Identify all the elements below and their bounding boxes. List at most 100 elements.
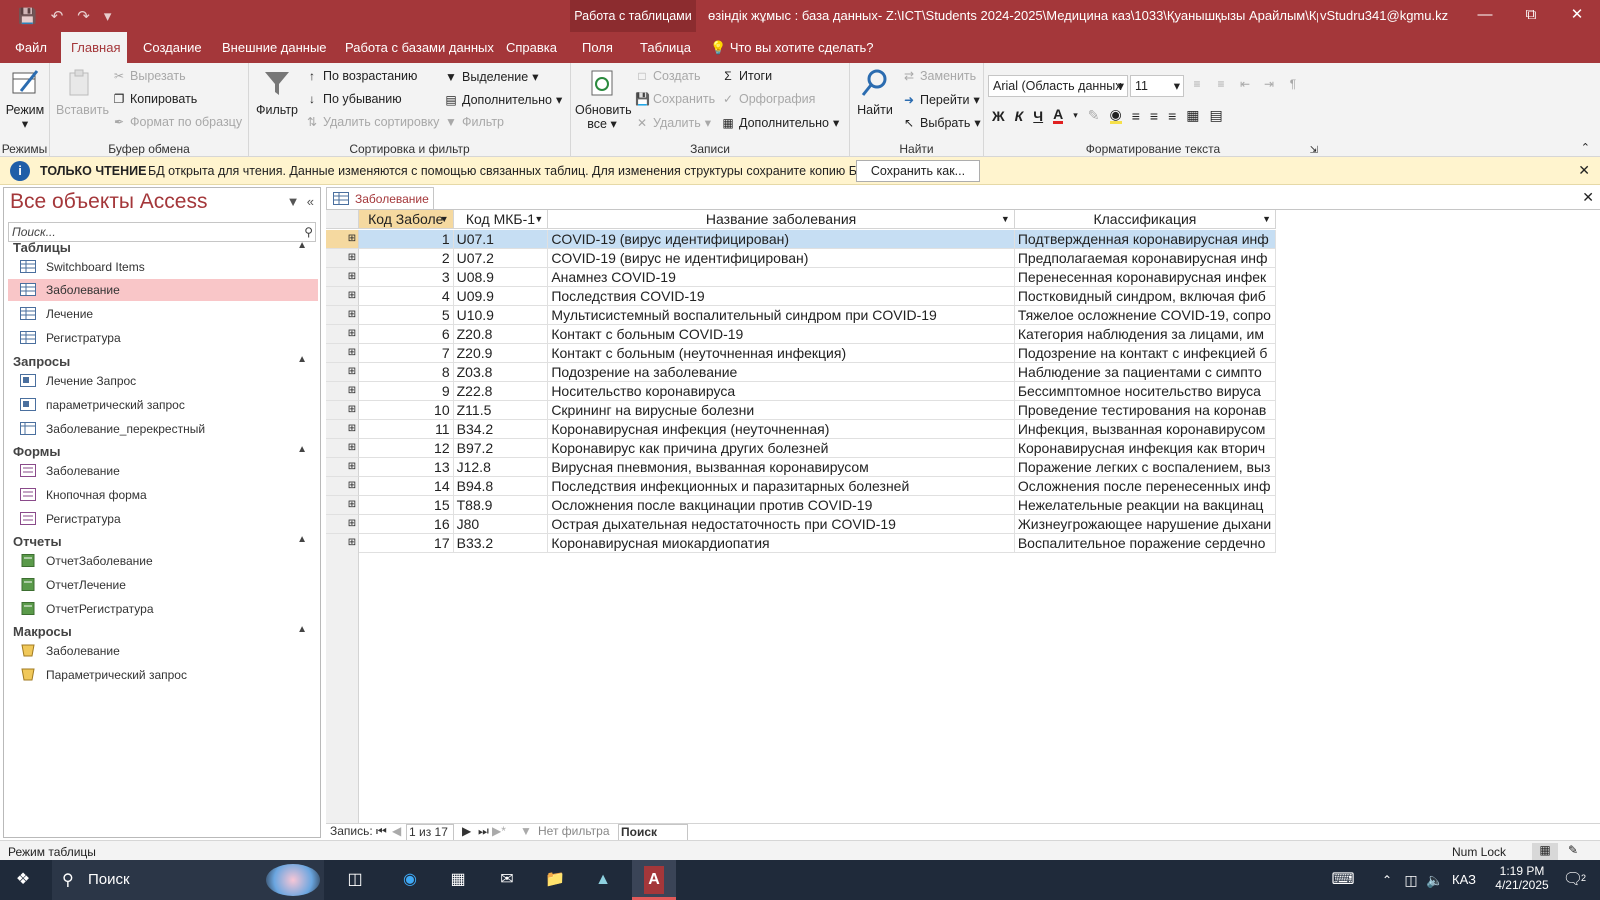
goto-button[interactable]: ➜ Перейти ▾ xyxy=(902,92,980,108)
table-row[interactable]: ⊞ 10 Z11.5 Скрининг на вирусные болезни Пров… xyxy=(326,401,1276,420)
sort-desc-button[interactable]: ↓ По убыванию xyxy=(305,92,402,106)
expand-subdatasheet-icon[interactable]: ⊞ xyxy=(346,458,358,476)
nav-group-forms[interactable]: Формы ▲ xyxy=(13,444,313,459)
customize-qat-icon[interactable]: ▾ xyxy=(104,7,112,25)
access-taskbar-icon[interactable]: A xyxy=(632,860,676,900)
align-right-icon[interactable]: ≡ xyxy=(1168,108,1176,124)
copy-button[interactable]: ❐ Копировать xyxy=(112,92,198,106)
table-cell[interactable]: 5 xyxy=(358,306,454,325)
minimize-icon[interactable]: — xyxy=(1462,0,1508,32)
table-cell[interactable]: T88.9 xyxy=(453,496,549,515)
filter-button[interactable]: Фильтр xyxy=(255,67,299,117)
tab-table[interactable]: Таблица xyxy=(630,32,701,63)
expand-subdatasheet-icon[interactable]: ⊞ xyxy=(346,249,358,267)
record-search-input[interactable]: Поиск xyxy=(618,824,688,841)
tab-home[interactable]: Главная xyxy=(61,32,127,63)
table-cell[interactable]: Тяжелое осложнение COVID-19, сопро xyxy=(1014,306,1276,325)
cut-button[interactable]: ✂ Вырезать xyxy=(112,69,186,83)
expand-subdatasheet-icon[interactable]: ⊞ xyxy=(346,287,358,305)
table-cell[interactable]: 15 xyxy=(358,496,454,515)
advanced-filter-button[interactable]: ▤ Дополнительно ▾ xyxy=(444,92,562,108)
sort-asc-button[interactable]: ↑ По возрастанию xyxy=(305,69,417,83)
sort-filter-arrow-icon[interactable]: ▼ xyxy=(534,210,543,228)
table-cell[interactable]: Подтвержденная коронавирусная инф xyxy=(1014,230,1276,249)
select-all-corner[interactable] xyxy=(326,210,359,229)
edge-browser-icon[interactable]: ◉ xyxy=(395,866,425,894)
table-cell[interactable]: Проведение тестирования на коронав xyxy=(1014,401,1276,420)
collapse-ribbon-icon[interactable]: ⌃ xyxy=(1581,141,1590,154)
table-cell[interactable]: B33.2 xyxy=(453,534,549,553)
nav-item-table[interactable]: Регистратура xyxy=(8,327,318,349)
table-cell[interactable]: Z20.8 xyxy=(453,325,549,344)
indent-increase-icon[interactable]: ⇥ xyxy=(1262,77,1276,91)
nav-item-macro[interactable]: Параметрический запрос xyxy=(8,664,318,686)
toggle-filter-button[interactable]: ▼ Фильтр xyxy=(444,115,504,129)
table-cell[interactable]: Коронавирусная инфекция (неуточненная) xyxy=(548,420,1015,439)
tab-help[interactable]: Справка xyxy=(496,32,567,63)
record-selector[interactable]: ⊞ xyxy=(326,382,359,401)
table-row[interactable]: ⊞ 17 B33.2 Коронавирусная миокардиопатия Вос… xyxy=(326,534,1276,553)
keyboard-icon[interactable]: ⌨ xyxy=(1328,866,1358,894)
table-row[interactable]: ⊞ 7 Z20.9 Контакт с больным (неуточненная и… xyxy=(326,344,1276,363)
gridlines-icon[interactable]: ▦ xyxy=(1186,107,1199,124)
nav-item-form[interactable]: Кнопочная форма xyxy=(8,484,318,506)
new-record-button[interactable]: □ Создать xyxy=(635,69,700,83)
table-cell[interactable]: U07.1 xyxy=(453,230,549,249)
table-cell[interactable]: Коронавирусная миокардиопатия xyxy=(548,534,1015,553)
align-left-icon[interactable]: ≡ xyxy=(1132,108,1140,124)
expand-subdatasheet-icon[interactable]: ⊞ xyxy=(346,363,358,381)
record-selector[interactable]: ⊞ xyxy=(326,268,359,287)
expand-subdatasheet-icon[interactable]: ⊞ xyxy=(346,382,358,400)
expand-subdatasheet-icon[interactable]: ⊞ xyxy=(346,439,358,457)
table-cell[interactable]: Анамнез COVID-19 xyxy=(548,268,1015,287)
table-cell[interactable]: Наблюдение за пациентами с симпто xyxy=(1014,363,1276,382)
table-cell[interactable]: Постковидный синдром, включая фиб xyxy=(1014,287,1276,306)
table-cell[interactable]: 3 xyxy=(358,268,454,287)
table-cell[interactable]: Последствия инфекционных и паразитарных … xyxy=(548,477,1015,496)
bold-button[interactable]: Ж xyxy=(992,108,1005,124)
italic-button[interactable]: К xyxy=(1015,108,1024,124)
column-header[interactable]: Название заболевания ▼ xyxy=(548,210,1015,229)
table-row[interactable]: ⊞ 14 B94.8 Последствия инфекционных и параз… xyxy=(326,477,1276,496)
last-record-icon[interactable]: ⏭ xyxy=(478,824,489,839)
sort-filter-arrow-icon[interactable]: ▼ xyxy=(440,210,449,228)
nav-item-query[interactable]: Лечение Запрос xyxy=(8,370,318,392)
undo-icon[interactable]: ↶ xyxy=(51,7,64,25)
first-record-icon[interactable]: ⏮ xyxy=(376,824,387,839)
numbering-icon[interactable]: ≡ xyxy=(1214,77,1228,91)
table-cell[interactable]: Коронавирус как причина других болезней xyxy=(548,439,1015,458)
refresh-all-button[interactable]: Обновить все ▾ xyxy=(575,67,632,131)
language-indicator[interactable]: КАЗ xyxy=(1452,872,1476,887)
column-header[interactable]: Код Заболе ▼ xyxy=(358,210,454,229)
tell-me-search[interactable]: 💡 Что вы хотите сделать? xyxy=(700,32,884,63)
prev-record-icon[interactable]: ◀ xyxy=(392,824,401,839)
fill-color-icon[interactable]: ◉ xyxy=(1109,107,1122,124)
remove-sort-button[interactable]: ⇅ Удалить сортировку xyxy=(305,115,439,129)
table-cell[interactable]: Поражение легких с воспалением, выз xyxy=(1014,458,1276,477)
table-cell[interactable]: Вирусная пневмония, вызванная коронавиру… xyxy=(548,458,1015,477)
record-selector[interactable]: ⊞ xyxy=(326,363,359,382)
table-cell[interactable]: Осложнения после перенесенных инф xyxy=(1014,477,1276,496)
record-selector[interactable]: ⊞ xyxy=(326,287,359,306)
expand-subdatasheet-icon[interactable]: ⊞ xyxy=(346,515,358,533)
table-row[interactable]: ⊞ 8 Z03.8 Подозрение на заболевание Наблюден… xyxy=(326,363,1276,382)
table-cell[interactable]: B94.8 xyxy=(453,477,549,496)
record-selector[interactable]: ⊞ xyxy=(326,420,359,439)
file-explorer-icon[interactable]: 📁 xyxy=(540,866,570,894)
notification-icon[interactable]: 🗨 2 xyxy=(1558,866,1588,894)
record-selector[interactable]: ⊞ xyxy=(326,439,359,458)
datasheet-view-icon[interactable]: ▦ xyxy=(1532,843,1558,861)
column-header[interactable]: Классификация ▼ xyxy=(1014,210,1276,229)
table-cell[interactable]: Мультисистемный воспалительный синдром п… xyxy=(548,306,1015,325)
record-position-input[interactable]: 1 из 17 xyxy=(406,824,454,841)
store-icon[interactable]: ▦ xyxy=(443,866,473,894)
nav-item-query[interactable]: Заболевание_перекрестный xyxy=(8,418,318,440)
tab-fields[interactable]: Поля xyxy=(572,32,623,63)
table-row[interactable]: ⊞ 4 U09.9 Последствия COVID-19 Постковидный … xyxy=(326,287,1276,306)
design-view-icon[interactable]: ✎ xyxy=(1568,843,1578,857)
bullets-icon[interactable]: ≡ xyxy=(1190,77,1204,91)
table-cell[interactable]: Перенесенная коронавирусная инфек xyxy=(1014,268,1276,287)
table-cell[interactable]: Жизнеугрожающее нарушение дыхани xyxy=(1014,515,1276,534)
font-size-select[interactable]: 11 ▾ xyxy=(1130,75,1184,97)
expand-subdatasheet-icon[interactable]: ⊞ xyxy=(346,230,358,248)
